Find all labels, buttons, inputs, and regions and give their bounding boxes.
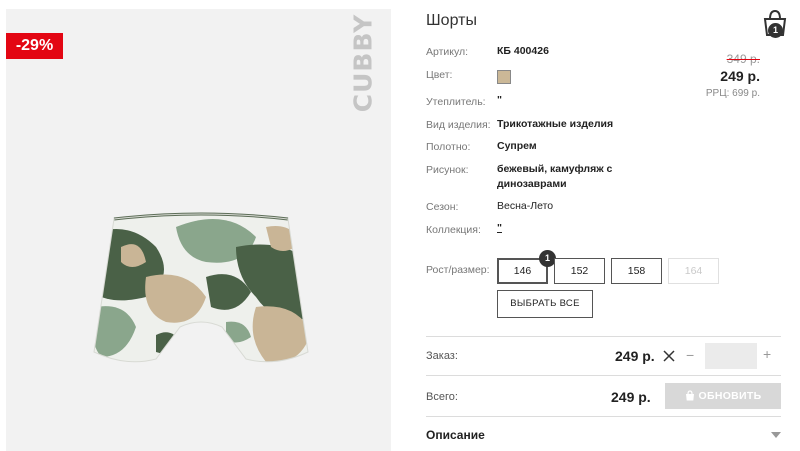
order-price: 249 р. xyxy=(615,348,655,364)
brand-logo: CUBBY xyxy=(348,13,378,113)
old-price: 349 р. xyxy=(726,52,760,66)
total-price: 249 р. xyxy=(611,389,651,405)
product-title: Шорты xyxy=(426,12,477,29)
spec-label-color: Цвет: xyxy=(426,69,453,81)
update-button[interactable]: ОБНОВИТЬ xyxy=(665,383,781,409)
recommended-retail-price: РРЦ: 699 р. xyxy=(705,88,760,99)
bag-icon xyxy=(685,390,694,401)
spec-value-season: Весна-Лето xyxy=(497,200,554,212)
cart-count-badge: 1 xyxy=(768,23,783,38)
color-swatch[interactable] xyxy=(497,70,511,84)
spec-label-item-type: Вид изделия: xyxy=(426,119,491,131)
description-toggle[interactable]: Описание xyxy=(426,428,485,442)
spec-value-item-type: Трикотажные изделия xyxy=(497,118,614,130)
spec-value-article: КБ 400426 xyxy=(497,45,549,57)
size-option-164: 164 xyxy=(668,258,719,284)
increase-quantity-button[interactable]: + xyxy=(763,346,771,362)
divider xyxy=(426,336,781,337)
spec-label-fabric: Полотно: xyxy=(426,141,471,153)
product-image-panel[interactable]: -29% CUBBY xyxy=(6,9,391,451)
size-option-152[interactable]: 152 xyxy=(554,258,605,284)
divider xyxy=(426,375,781,376)
product-photo xyxy=(93,212,309,363)
spec-value-collection[interactable]: " xyxy=(497,221,502,236)
size-option-158[interactable]: 158 xyxy=(611,258,662,284)
divider xyxy=(426,416,781,417)
spec-value-pattern: бежевый, камуфляж с динозаврами xyxy=(497,163,613,190)
spec-label-season: Сезон: xyxy=(426,201,459,213)
quantity-input[interactable] xyxy=(705,343,757,369)
spec-label-insulation: Утеплитель: xyxy=(426,96,486,108)
chevron-down-icon[interactable] xyxy=(771,432,781,438)
spec-label-article: Артикул: xyxy=(426,46,469,58)
spec-value-insulation: " xyxy=(497,94,502,106)
spec-label-collection: Коллекция: xyxy=(426,224,481,236)
update-button-label: ОБНОВИТЬ xyxy=(698,390,762,402)
order-label: Заказ: xyxy=(426,350,458,362)
discount-badge: -29% xyxy=(6,33,63,59)
decrease-quantity-button[interactable]: − xyxy=(686,347,694,363)
spec-value-fabric: Супрем xyxy=(497,140,537,152)
spec-label-pattern: Рисунок: xyxy=(426,164,469,176)
select-all-button[interactable]: ВЫБРАТЬ ВСЕ xyxy=(497,290,593,318)
current-price: 249 р. xyxy=(720,68,760,84)
size-label: Рост/размер: xyxy=(426,264,490,276)
close-icon[interactable] xyxy=(662,349,676,363)
total-label: Всего: xyxy=(426,391,458,403)
